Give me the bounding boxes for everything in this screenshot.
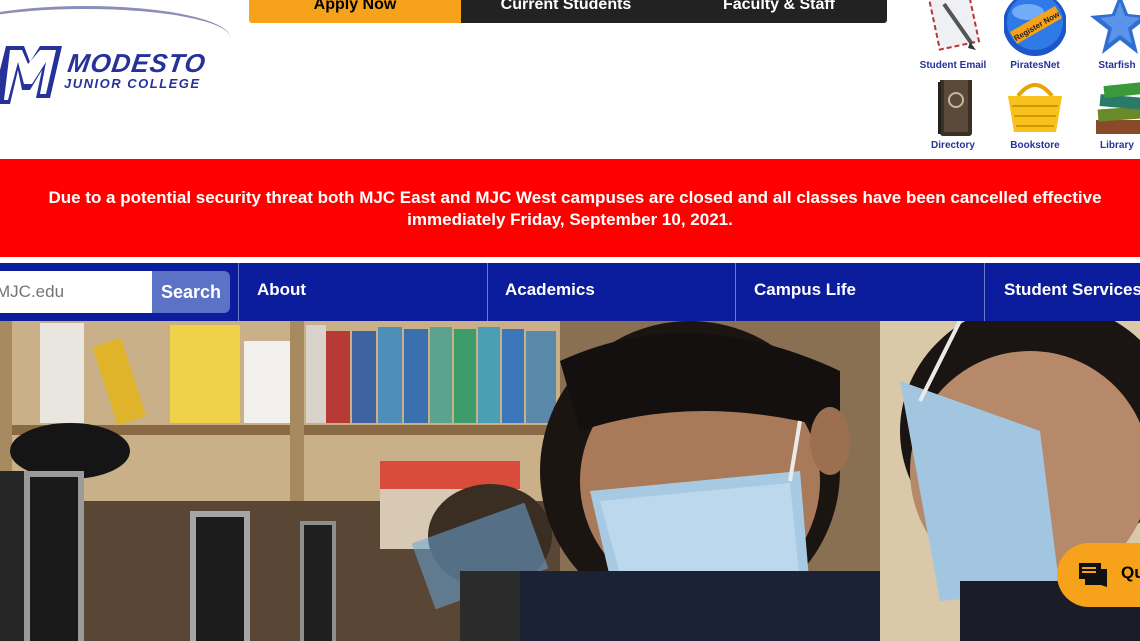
search-button[interactable]: Search <box>152 271 230 313</box>
nav-divider <box>984 263 985 321</box>
quick-link-label: Library <box>1100 140 1134 151</box>
nav-item-student-services[interactable]: Student Services <box>1004 263 1140 321</box>
quick-link-bookstore[interactable]: Bookstore <box>994 80 1076 151</box>
emergency-alert-banner: Due to a potential security threat both … <box>0 159 1140 257</box>
search-input[interactable] <box>0 271 152 313</box>
quick-links: Student Email Register Now PiratesNet St… <box>910 0 1140 158</box>
register-now-globe-icon: Register Now <box>1003 0 1067 58</box>
starfish-icon <box>1086 0 1140 58</box>
chat-label: Qu <box>1121 563 1140 582</box>
shopping-basket-icon <box>1004 80 1066 138</box>
envelope-pen-icon <box>922 0 984 58</box>
mjc-logo[interactable]: MODESTO JUNIOR COLLEGE <box>0 0 230 150</box>
nav-item-campus-life[interactable]: Campus Life <box>754 263 856 321</box>
chat-bubble-icon <box>1079 563 1107 587</box>
quick-link-label: Student Email <box>919 60 987 71</box>
books-stack-icon <box>1086 80 1140 138</box>
logo-subtitle: JUNIOR COLLEGE <box>64 76 201 91</box>
alert-text-line1: Due to a potential security threat both … <box>48 188 1102 207</box>
current-students-link[interactable]: Current Students <box>461 0 671 23</box>
quick-link-label: PiratesNet <box>1010 60 1060 71</box>
quick-link-label: Starfish <box>1098 60 1136 71</box>
main-navigation: Search About Academics Campus Life Stude… <box>0 263 1140 321</box>
faculty-staff-link[interactable]: Faculty & Staff <box>671 0 887 23</box>
nav-divider <box>735 263 736 321</box>
quick-link-directory[interactable]: Directory <box>912 76 994 151</box>
chat-button[interactable]: Qu <box>1057 543 1140 607</box>
mjc-monogram-icon <box>0 46 62 104</box>
top-navigation: Apply Now Current Students Faculty & Sta… <box>249 0 887 23</box>
quick-link-label: Directory <box>931 140 975 151</box>
nav-divider <box>238 263 239 321</box>
nav-divider <box>487 263 488 321</box>
apply-now-link[interactable]: Apply Now <box>249 0 461 23</box>
quick-link-library[interactable]: Library <box>1076 80 1140 151</box>
quick-link-starfish[interactable]: Starfish <box>1076 0 1140 71</box>
address-book-icon <box>922 76 984 138</box>
alert-text-line2: immediately Friday, September 10, 2021. <box>407 210 733 229</box>
nav-item-about[interactable]: About <box>257 263 306 321</box>
logo-name: MODESTO <box>65 48 209 78</box>
quick-link-label: Bookstore <box>1010 140 1060 151</box>
nav-item-academics[interactable]: Academics <box>505 263 595 321</box>
quick-link-student-email[interactable]: Student Email <box>912 0 994 71</box>
quick-link-piratesnet[interactable]: Register Now PiratesNet <box>994 0 1076 71</box>
hero-image <box>0 321 1140 641</box>
